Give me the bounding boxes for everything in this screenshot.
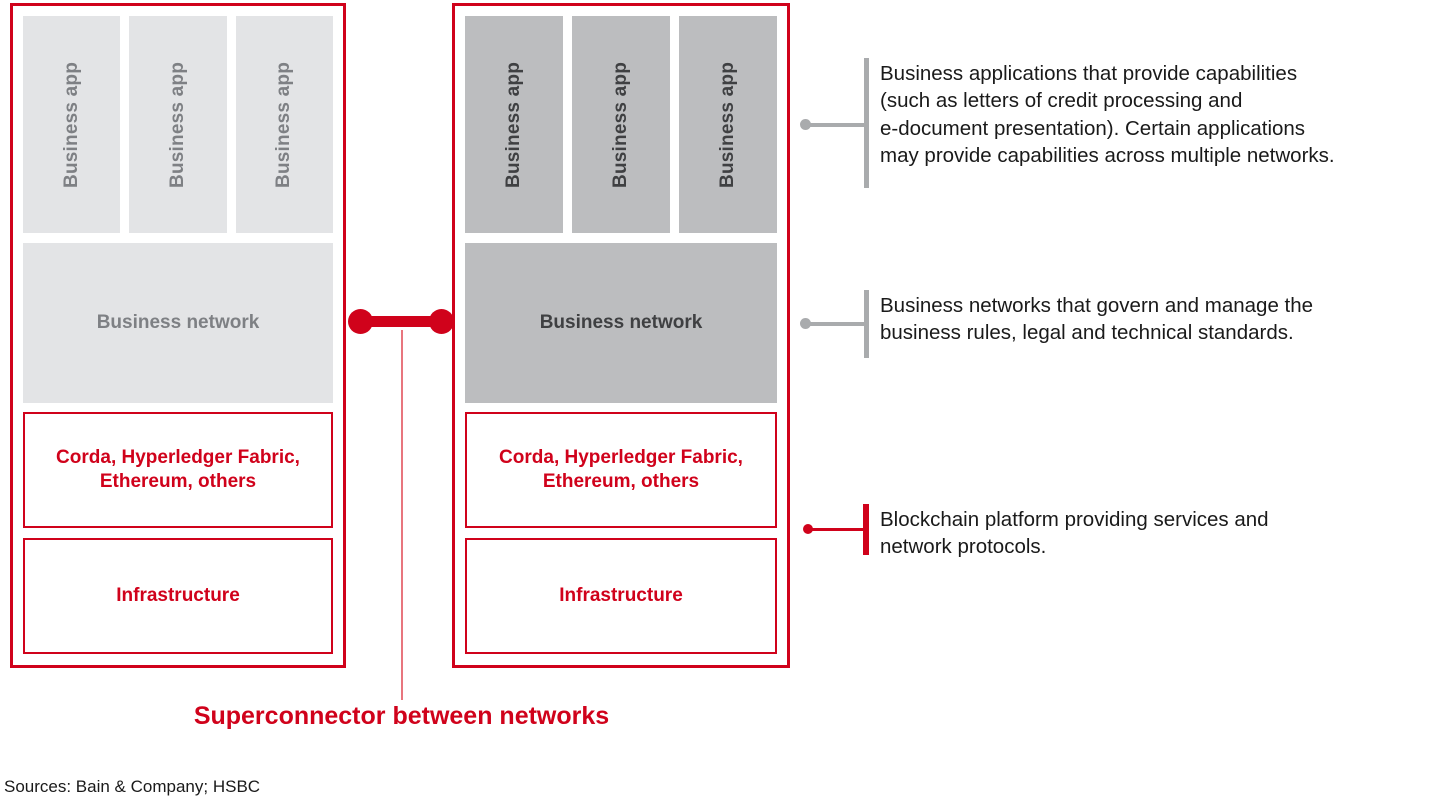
infrastructure-label: Infrastructure	[116, 585, 240, 607]
annotation-leader-line	[810, 322, 868, 326]
business-network-box-a[interactable]: Business network	[23, 243, 333, 403]
annotation-text: Blockchain platform providing services a…	[880, 508, 1269, 559]
business-app-label: Business app	[273, 61, 295, 188]
annotation-rule	[864, 58, 869, 188]
business-app-label: Business app	[609, 61, 631, 188]
annotation-rule	[863, 504, 869, 555]
business-app-box[interactable]: Business app	[572, 16, 670, 233]
business-app-box[interactable]: Business app	[235, 16, 333, 233]
business-network-box-b[interactable]: Business network	[465, 243, 777, 403]
blockchain-platform-label: Corda, Hyperledger Fabric, Ethereum, oth…	[56, 447, 300, 492]
superconnector-dot-left-icon	[348, 309, 373, 334]
infrastructure-label: Infrastructure	[559, 585, 683, 607]
business-app-label: Business app	[60, 61, 82, 188]
superconnector-leader-line	[401, 330, 403, 700]
business-app-box[interactable]: Business app	[23, 16, 121, 233]
blockchain-platform-label: Corda, Hyperledger Fabric, Ethereum, oth…	[499, 447, 743, 492]
business-apps-row-b: Business app Business app Business app	[465, 16, 777, 233]
blockchain-platform-box-b[interactable]: Corda, Hyperledger Fabric, Ethereum, oth…	[465, 412, 777, 528]
annotation-rule	[864, 290, 869, 358]
annotation-text: Business applications that provide capab…	[880, 62, 1335, 167]
diagram-canvas: Business app Business app Business app B…	[0, 0, 1440, 810]
annotation-leader-line	[811, 528, 866, 531]
infrastructure-box-b[interactable]: Infrastructure	[465, 538, 777, 654]
business-app-box[interactable]: Business app	[679, 16, 777, 233]
network-panel-b: Business app Business app Business app B…	[452, 3, 790, 668]
business-network-label: Business network	[539, 312, 703, 333]
superconnector-label: Superconnector between networks	[193, 702, 610, 730]
business-app-label: Business app	[166, 61, 188, 188]
annotation-leader-line	[810, 123, 868, 127]
network-panel-a: Business app Business app Business app B…	[10, 3, 346, 668]
business-app-label: Business app	[502, 61, 524, 188]
superconnector-dot-right-icon	[429, 309, 454, 334]
annotation-text: Business networks that govern and manage…	[880, 294, 1314, 345]
business-app-label: Business app	[717, 61, 739, 188]
business-apps-row-a: Business app Business app Business app	[23, 16, 333, 233]
business-app-box[interactable]: Business app	[129, 16, 227, 233]
infrastructure-box-a[interactable]: Infrastructure	[23, 538, 333, 654]
source-note: Sources: Bain & Company; HSBC	[4, 777, 261, 796]
business-network-label: Business network	[96, 312, 260, 333]
business-app-box[interactable]: Business app	[465, 16, 563, 233]
blockchain-platform-box-a[interactable]: Corda, Hyperledger Fabric, Ethereum, oth…	[23, 412, 333, 528]
